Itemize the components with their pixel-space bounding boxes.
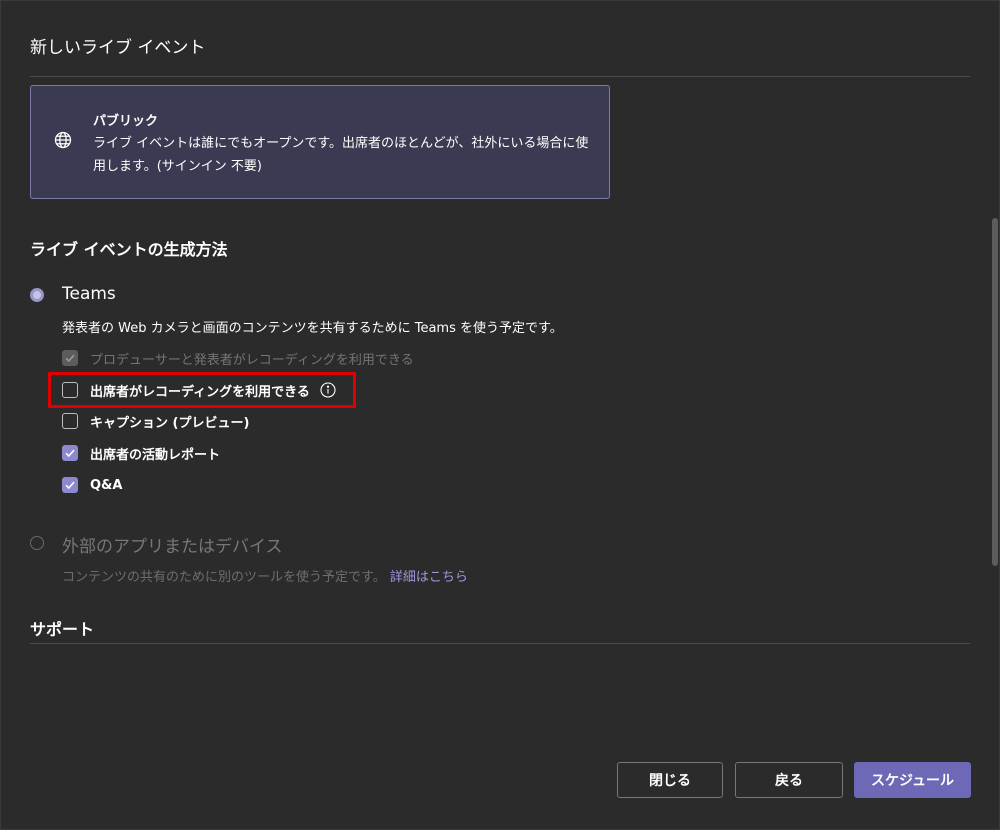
dialog-title: 新しいライブ イベント xyxy=(30,38,206,58)
attendee-report-checkbox[interactable] xyxy=(62,445,78,461)
teams-radio-label[interactable]: Teams xyxy=(62,284,116,304)
teams-radio[interactable] xyxy=(30,288,44,302)
external-radio-label[interactable]: 外部のアプリまたはデバイス xyxy=(62,532,283,557)
checkmark-icon xyxy=(65,449,75,458)
teams-description: 発表者の Web カメラと画面のコンテンツを共有するために Teams を使う予… xyxy=(62,321,563,336)
captions-checkbox[interactable] xyxy=(62,413,78,429)
attendee-recording-label[interactable]: 出席者がレコーディングを利用できる xyxy=(90,381,310,400)
qna-checkbox[interactable] xyxy=(62,477,78,493)
external-description-text: コンテンツの共有のために別のツールを使う予定です。 xyxy=(62,570,386,585)
visibility-card: パブリック ライブ イベントは誰にでもオープンです。出席者のほとんどが、社外にい… xyxy=(30,85,610,199)
info-icon[interactable] xyxy=(320,382,336,398)
attendee-report-label[interactable]: 出席者の活動レポート xyxy=(90,444,220,463)
support-heading: サポート xyxy=(30,620,95,639)
captions-option[interactable]: キャプション (プレビュー) xyxy=(62,411,249,431)
qna-option[interactable]: Q&A xyxy=(62,475,122,495)
producer-recording-checkbox xyxy=(62,350,78,366)
attendee-report-option[interactable]: 出席者の活動レポート xyxy=(62,443,220,463)
visibility-description: ライブ イベントは誰にでもオープンです。出席者のほとんどが、社外にいる場合に使用… xyxy=(93,136,589,174)
production-heading: ライブ イベントの生成方法 xyxy=(30,240,228,259)
close-button[interactable]: 閉じる xyxy=(617,762,723,798)
external-radio[interactable] xyxy=(30,536,44,550)
captions-label[interactable]: キャプション (プレビュー) xyxy=(90,412,249,431)
schedule-button[interactable]: スケジュール xyxy=(854,762,971,798)
checkmark-icon xyxy=(65,481,75,490)
producer-recording-label: プロデューサーと発表者がレコーディングを利用できる xyxy=(90,352,414,368)
attendee-recording-checkbox[interactable] xyxy=(62,382,78,398)
external-description: コンテンツの共有のために別のツールを使う予定です。 詳細はこちら xyxy=(62,566,468,585)
support-divider xyxy=(30,643,970,644)
producer-recording-option: プロデューサーと発表者がレコーディングを利用できる xyxy=(62,348,414,368)
globe-icon xyxy=(54,131,72,149)
back-button[interactable]: 戻る xyxy=(735,762,843,798)
attendee-recording-option[interactable]: 出席者がレコーディングを利用できる xyxy=(62,380,336,400)
checkmark-icon xyxy=(65,354,75,363)
visibility-title: パブリック xyxy=(93,114,159,129)
title-divider xyxy=(30,76,970,77)
learn-more-link[interactable]: 詳細はこちら xyxy=(390,570,468,585)
scrollbar-thumb[interactable] xyxy=(992,218,998,566)
qna-label[interactable]: Q&A xyxy=(90,478,122,493)
